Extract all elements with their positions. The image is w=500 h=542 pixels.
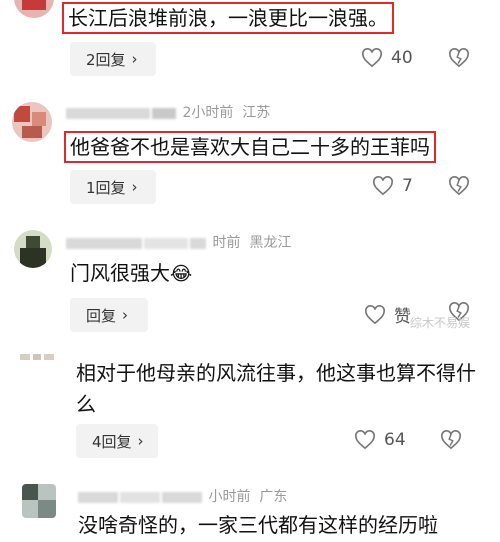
comment-meta: 2小时前 江苏 — [66, 102, 270, 122]
dislike-button[interactable] — [448, 176, 470, 200]
chevron-right-icon: › — [131, 178, 138, 196]
heart-outline-icon — [362, 48, 382, 68]
laughing-emoji-icon: 😂 — [170, 263, 193, 285]
like-button[interactable]: 64 — [354, 430, 406, 450]
chevron-right-icon: › — [131, 50, 138, 68]
comment-meta: 时前 黑龙江 — [66, 232, 291, 252]
comment-meta: 小时前 广东 — [78, 486, 287, 506]
reply-button[interactable]: 1回复 › — [70, 170, 156, 204]
like-button[interactable]: 40 — [361, 48, 413, 68]
chevron-right-icon: › — [137, 432, 144, 450]
watermark: 综木不易娱 — [410, 316, 471, 330]
dislike-button[interactable] — [440, 430, 462, 454]
comment-text-content: 没啥奇怪的，一家三代都有这样的经历啦 — [78, 513, 438, 537]
comment-text: 门风很强大😂 — [70, 258, 192, 289]
highlighted-comment-text: 长江后浪堆前浪，一浪更比一浪强。 — [62, 2, 394, 34]
avatar[interactable] — [22, 484, 56, 518]
avatar[interactable] — [14, 0, 54, 18]
heart-outline-icon — [355, 430, 375, 450]
chevron-right-icon: › — [122, 306, 129, 324]
broken-heart-icon — [441, 430, 461, 450]
comment-time: 2小时前 — [182, 105, 234, 121]
comment-location: 广东 — [259, 489, 288, 505]
like-count: 赞 — [394, 307, 411, 327]
avatar[interactable] — [20, 352, 54, 364]
comment-location: 江苏 — [242, 105, 271, 121]
like-button[interactable]: 赞 — [364, 302, 411, 327]
heart-outline-icon — [365, 304, 385, 324]
dislike-button[interactable] — [448, 48, 470, 72]
comment-time: 时前 — [212, 235, 241, 251]
heart-outline-icon — [373, 176, 393, 196]
avatar[interactable] — [12, 102, 52, 142]
username[interactable] — [66, 237, 142, 249]
comment-time: 小时前 — [208, 489, 251, 505]
username[interactable] — [78, 491, 118, 503]
reply-label: 回复 — [86, 306, 117, 325]
comment-text: 相对于他母亲的风流往事，他这事也算不得什么 — [76, 358, 476, 420]
highlighted-comment-text: 他爸爸不也是喜欢大自己二十多的王菲吗 — [64, 131, 436, 163]
like-count: 40 — [391, 48, 413, 68]
broken-heart-icon — [449, 48, 469, 68]
like-count: 7 — [402, 176, 413, 196]
like-count: 64 — [384, 430, 406, 450]
reply-button[interactable]: 4回复 › — [76, 424, 158, 458]
like-button[interactable]: 7 — [372, 176, 413, 196]
avatar[interactable] — [14, 230, 52, 268]
reply-button[interactable]: 回复 › — [70, 298, 148, 332]
comment-text-content: 门风很强大 — [70, 261, 170, 285]
username[interactable] — [66, 107, 150, 119]
comment-text: 长江后浪堆前浪，一浪更比一浪强。 — [62, 2, 394, 34]
broken-heart-icon — [449, 176, 469, 196]
reply-label: 1回复 — [86, 178, 126, 197]
comment-text: 没啥奇怪的，一家三代都有这样的经历啦 — [78, 510, 438, 540]
comment-text: 他爸爸不也是喜欢大自己二十多的王菲吗 — [64, 131, 436, 163]
comment-text-content: 相对于他母亲的风流往事，他这事也算不得什么 — [76, 361, 476, 416]
comment-location: 黑龙江 — [249, 235, 292, 251]
reply-label: 4回复 — [92, 432, 132, 451]
reply-button[interactable]: 2回复 › — [70, 42, 156, 76]
reply-label: 2回复 — [86, 50, 126, 69]
